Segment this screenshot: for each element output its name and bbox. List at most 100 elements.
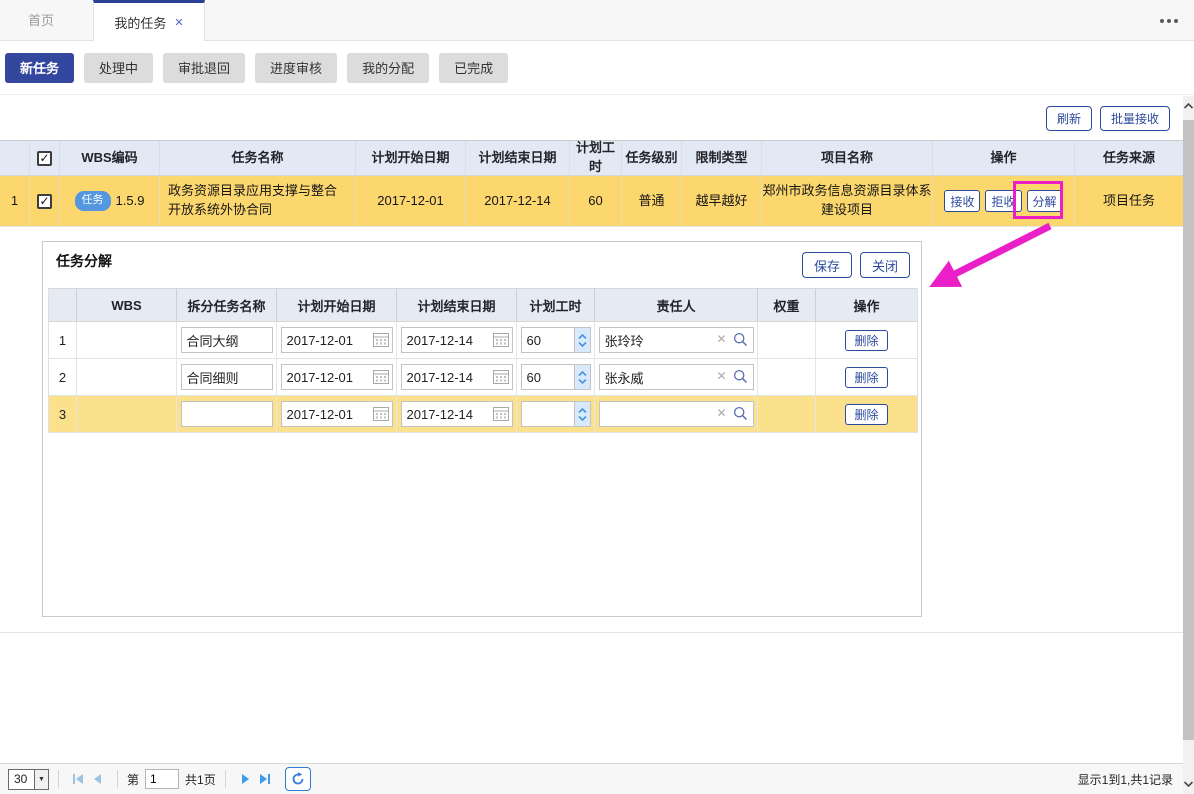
- close-button[interactable]: 关闭: [860, 252, 910, 278]
- task-table-header: ✓ WBS编码 任务名称 计划开始日期 计划结束日期 计划工时 任务级别 限制类…: [0, 140, 1183, 176]
- hours-spinner[interactable]: [574, 401, 591, 427]
- split-task-name-input[interactable]: [181, 327, 273, 353]
- filter-processing[interactable]: 处理中: [84, 53, 153, 83]
- col-header-task-name: 任务名称: [160, 141, 356, 175]
- col-header-project: 项目名称: [762, 141, 933, 175]
- search-icon[interactable]: [733, 369, 748, 384]
- clear-icon[interactable]: ✕: [716, 407, 726, 419]
- select-all-checkbox[interactable]: ✓: [37, 151, 52, 166]
- task-row[interactable]: 1 ✓ 任务 1.5.9 政务资源目录应用支撑与整合开放系统外协合同 2017-…: [0, 176, 1183, 227]
- tab-home[interactable]: 首页: [28, 0, 54, 41]
- hours-input[interactable]: [521, 327, 574, 353]
- accept-button[interactable]: 接收: [944, 190, 980, 212]
- split-row-index: 1: [49, 322, 77, 358]
- pagination-bar: 30 ▼ 第 共1页 显示1到1,共1记录: [0, 763, 1183, 794]
- next-page-button[interactable]: [235, 769, 255, 789]
- row-select-cell: ✓: [30, 176, 60, 226]
- refresh-button[interactable]: 刷新: [1046, 106, 1092, 131]
- hours-input[interactable]: [521, 364, 574, 390]
- task-split-panel: 任务分解 保存 关闭 WBS 拆分任务名称 计划开始日期 计划结束日期 计划工时…: [42, 241, 922, 617]
- save-button[interactable]: 保存: [802, 252, 852, 278]
- spinner-down-icon[interactable]: [578, 379, 587, 384]
- hours-spinner[interactable]: [574, 327, 591, 353]
- col-header-start-date: 计划开始日期: [356, 141, 466, 175]
- weight-cell: [758, 359, 816, 395]
- delete-button[interactable]: 删除: [845, 367, 887, 388]
- more-menu-icon[interactable]: [1160, 19, 1178, 23]
- split-row: 2: [49, 359, 917, 396]
- hours-spinner[interactable]: [574, 364, 591, 390]
- reload-icon: [291, 772, 305, 786]
- calendar-icon[interactable]: [373, 406, 389, 421]
- search-icon[interactable]: [733, 332, 748, 347]
- spinner-down-icon[interactable]: [578, 416, 587, 421]
- dropdown-arrow-icon: ▼: [34, 770, 48, 789]
- filter-progress-review[interactable]: 进度审核: [255, 53, 337, 83]
- split-row-index: 3: [49, 396, 77, 432]
- owner-input[interactable]: [599, 364, 754, 390]
- search-icon[interactable]: [733, 406, 748, 421]
- scrollbar-thumb[interactable]: [1183, 120, 1194, 740]
- first-page-button[interactable]: [68, 769, 88, 789]
- spinner-up-icon[interactable]: [578, 334, 587, 339]
- scroll-up-icon[interactable]: [1183, 96, 1194, 116]
- plan-start-date: 2017-12-01: [356, 176, 466, 226]
- calendar-icon[interactable]: [493, 332, 509, 347]
- hours-input[interactable]: [521, 401, 574, 427]
- row-index: 1: [0, 176, 30, 226]
- split-task-name-input[interactable]: [181, 364, 273, 390]
- calendar-icon[interactable]: [373, 332, 389, 347]
- calendar-icon[interactable]: [493, 369, 509, 384]
- col-header-hours: 计划工时: [570, 141, 622, 175]
- plan-end-date: 2017-12-14: [466, 176, 570, 226]
- delete-button[interactable]: 删除: [845, 330, 887, 351]
- owner-input[interactable]: [599, 327, 754, 353]
- page-size-select[interactable]: 30 ▼: [8, 769, 49, 790]
- delete-button[interactable]: 删除: [845, 404, 887, 425]
- task-name: 政务资源目录应用支撑与整合开放系统外协合同: [160, 176, 356, 226]
- last-page-button[interactable]: [255, 769, 275, 789]
- split-row-new: 3: [49, 396, 917, 433]
- record-info: 显示1到1,共1记录: [1078, 771, 1173, 788]
- detail-row-divider: [0, 632, 1183, 633]
- split-col-index: [49, 289, 77, 321]
- split-task-name-input[interactable]: [181, 401, 273, 427]
- tab-my-tasks[interactable]: 我的任务 ✕: [93, 0, 205, 41]
- reload-button[interactable]: [285, 767, 311, 791]
- task-type-badge: 任务: [75, 191, 111, 211]
- clear-icon[interactable]: ✕: [716, 333, 726, 345]
- page-number-input[interactable]: [145, 769, 179, 789]
- spinner-down-icon[interactable]: [578, 342, 587, 347]
- batch-receive-button[interactable]: 批量接收: [1100, 106, 1170, 131]
- split-col-name: 拆分任务名称: [177, 289, 277, 321]
- spinner-up-icon[interactable]: [578, 371, 587, 376]
- clear-icon[interactable]: ✕: [716, 370, 726, 382]
- vertical-scrollbar[interactable]: [1183, 96, 1194, 794]
- filter-my-assignment[interactable]: 我的分配: [347, 53, 429, 83]
- split-col-wbs: WBS: [77, 289, 177, 321]
- annotation-arrow: [905, 222, 1065, 300]
- split-col-weight: 权重: [758, 289, 816, 321]
- split-wbs-cell: [77, 322, 177, 358]
- calendar-icon[interactable]: [493, 406, 509, 421]
- tab-bar: 首页 我的任务 ✕: [0, 0, 1194, 41]
- row-checkbox[interactable]: ✓: [37, 194, 52, 209]
- page-label: 第: [127, 771, 139, 788]
- plan-hours: 60: [570, 176, 622, 226]
- split-wbs-cell: [77, 359, 177, 395]
- owner-input[interactable]: [599, 401, 754, 427]
- tab-close-icon[interactable]: ✕: [174, 16, 183, 29]
- calendar-icon[interactable]: [373, 369, 389, 384]
- col-header-select: ✓: [30, 141, 60, 175]
- constraint-type: 越早越好: [682, 176, 762, 226]
- prev-page-button[interactable]: [88, 769, 108, 789]
- scroll-down-icon[interactable]: [1183, 774, 1194, 794]
- filter-completed[interactable]: 已完成: [439, 53, 508, 83]
- filter-approval-returned[interactable]: 审批退回: [163, 53, 245, 83]
- spinner-up-icon[interactable]: [578, 408, 587, 413]
- col-header-source: 任务来源: [1075, 141, 1183, 175]
- split-table-header: WBS 拆分任务名称 计划开始日期 计划结束日期 计划工时 责任人 权重 操作: [49, 288, 917, 322]
- split-wbs-cell: [77, 396, 177, 432]
- filter-new-task[interactable]: 新任务: [5, 53, 74, 83]
- split-col-start: 计划开始日期: [277, 289, 397, 321]
